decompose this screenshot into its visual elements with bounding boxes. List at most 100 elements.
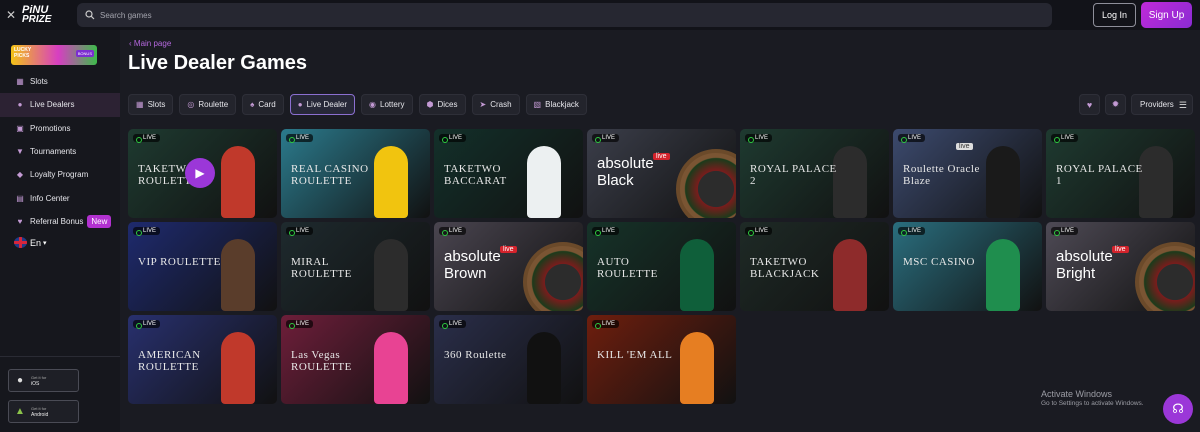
filter-label: Blackjack [545, 100, 579, 109]
game-card[interactable]: LIVE AUTO ROULETTE [587, 222, 736, 311]
promo-banner[interactable]: LUCKY PICKS BONUS [11, 45, 97, 65]
game-card[interactable]: LIVE VIP ROULETTE [128, 222, 277, 311]
game-title: Las Vegas ROULETTE [291, 349, 352, 373]
loyalty-icon: ◆ [16, 170, 24, 180]
settings-button[interactable]: ✹ [1105, 94, 1126, 115]
favorites-button[interactable]: ♥ [1079, 94, 1100, 115]
crash-icon: ➤ [479, 100, 487, 109]
play-button[interactable]: ▶ [185, 158, 215, 188]
game-card[interactable]: LIVE live absolute Brown [434, 222, 583, 311]
sidebar-item-referral-bonus[interactable]: ♥ Referral Bonus New [0, 210, 120, 233]
chevron-left-icon: ‹ [129, 39, 132, 48]
game-card[interactable]: LIVE TAKETWO BACCARAT [434, 129, 583, 218]
sidebar-item-info-center[interactable]: ▤ Info Center [0, 186, 120, 209]
blackjack-icon: ▧ [533, 100, 542, 109]
game-card[interactable]: LIVE live absolute Bright [1046, 222, 1195, 311]
lottery-icon: ◉ [369, 100, 377, 109]
search-input[interactable] [100, 10, 971, 20]
live-tag: LIVE [898, 134, 926, 143]
game-card[interactable]: LIVE 360 Roulette [434, 315, 583, 404]
game-card[interactable]: LIVE ROYAL PALACE 1 [1046, 129, 1195, 218]
game-card[interactable]: LIVE TAKETWO ROULETTE ▶ [128, 129, 277, 218]
game-card[interactable]: LIVE Roulette Oracle Blaze live [893, 129, 1042, 218]
promo-line2: PICKS [14, 53, 30, 59]
game-card[interactable]: LIVE KILL 'EM ALL [587, 315, 736, 404]
filter-chip-dices[interactable]: ⬢ Dices [418, 94, 466, 115]
sidebar-item-promotions[interactable]: ▣ Promotions [0, 117, 120, 140]
live-tag: LIVE [1051, 227, 1079, 236]
promo-badge: BONUS [75, 50, 94, 57]
filter-label: Dices [437, 100, 458, 109]
breadcrumb-label: Main page [133, 39, 172, 48]
filter-chip-crash[interactable]: ➤ Crash [471, 94, 520, 115]
game-title: absolute Black [597, 155, 654, 189]
live-tag: LIVE [439, 227, 467, 236]
trophy-icon: ▼ [16, 147, 24, 157]
providers-label: Providers [1140, 100, 1174, 109]
game-card[interactable]: LIVE ROYAL PALACE 2 [740, 129, 889, 218]
site-logo[interactable]: PiNU PRIZE [22, 3, 62, 27]
live-tag: LIVE [592, 227, 620, 236]
apple-icon: ● [16, 375, 24, 386]
game-title: AUTO ROULETTE [597, 256, 658, 280]
filter-label: Roulette [198, 100, 229, 109]
filter-label: Lottery [380, 100, 405, 109]
live-tag: LIVE [592, 134, 620, 143]
game-title: 360 Roulette [444, 349, 507, 361]
sidebar-item-label: Live Dealers [30, 100, 75, 110]
game-title: VIP ROULETTE [138, 256, 221, 268]
sidebar-item-tournaments[interactable]: ▼ Tournaments [0, 140, 120, 163]
live-tag: LIVE [133, 227, 161, 236]
game-card[interactable]: LIVE TAKETWO BLACKJACK [740, 222, 889, 311]
filter-chip-card[interactable]: ♠ Card [242, 94, 284, 115]
page-title: Live Dealer Games [128, 52, 307, 74]
dealer-image [986, 239, 1020, 311]
signup-button[interactable]: Sign Up [1141, 2, 1192, 28]
close-icon[interactable]: ✕ [0, 8, 22, 22]
filter-chip-blackjack[interactable]: ▧ Blackjack [525, 94, 587, 115]
android-small-label: Get it for [31, 405, 47, 411]
game-title: REAL CASINO ROULETTE [291, 163, 369, 187]
game-card[interactable]: LIVE Las Vegas ROULETTE [281, 315, 430, 404]
play-icon: ▶ [195, 166, 205, 180]
roulette-wheel-image [676, 149, 736, 218]
support-chat-button[interactable]: ☊ [1163, 394, 1193, 424]
live-tag: LIVE [286, 134, 314, 143]
logo-line2: PRIZE [22, 14, 52, 25]
filter-chip-roulette[interactable]: ◎ Roulette [179, 94, 237, 115]
top-bar: ✕ PiNU PRIZE Log In Sign Up [0, 0, 1200, 30]
game-card[interactable]: LIVE AMERICAN ROULETTE [128, 315, 277, 404]
game-card[interactable]: LIVE REAL CASINO ROULETTE [281, 129, 430, 218]
sidebar-item-live-dealers[interactable]: ● Live Dealers [0, 93, 120, 117]
game-title: TAKETWO BACCARAT [444, 163, 507, 187]
filter-icon: ☰ [1178, 100, 1187, 110]
sidebar-item-loyalty-program[interactable]: ◆ Loyalty Program [0, 163, 120, 186]
game-card[interactable]: LIVE live absolute Black [587, 129, 736, 218]
ios-label: iOS [31, 380, 40, 387]
breadcrumb[interactable]: ‹ Main page [129, 39, 171, 48]
android-app-button[interactable]: ▲ Get it for Android [8, 400, 79, 423]
game-card[interactable]: LIVE MIRAL ROULETTE [281, 222, 430, 311]
sidebar-item-slots[interactable]: ▦ Slots [0, 70, 120, 93]
slots-icon: ▦ [136, 100, 144, 109]
filter-chip-slots[interactable]: ▦ Slots [128, 94, 174, 115]
game-card[interactable]: LIVE MSC CASINO [893, 222, 1042, 311]
filter-chip-lottery[interactable]: ◉ Lottery [361, 94, 413, 115]
filter-label: Crash [490, 100, 512, 109]
login-button[interactable]: Log In [1093, 3, 1136, 27]
live-tag: LIVE [592, 320, 620, 329]
providers-dropdown[interactable]: Providers ☰ [1131, 94, 1193, 115]
game-title: absolute Bright [1056, 248, 1113, 282]
sidebar-item-label: Referral Bonus [30, 216, 84, 226]
dealer-image [680, 332, 714, 404]
sidebar-nav: ▦ Slots ● Live Dealers ▣ Promotions ▼ Tournamen… [0, 70, 120, 233]
sidebar-item-label: Tournaments [30, 147, 77, 157]
filter-chip-live-dealer[interactable]: ● Live Dealer [289, 94, 356, 115]
windows-watermark: Activate Windows Go to Settings to activ… [1041, 389, 1144, 409]
watermark-line2: Go to Settings to activate Windows. [1041, 400, 1144, 407]
ios-app-button[interactable]: ● Get it for iOS [8, 369, 79, 392]
gift-icon: ▣ [16, 123, 24, 133]
heart-icon: ♥ [1086, 99, 1093, 110]
language-selector[interactable]: En ▾ [14, 237, 47, 248]
search-bar[interactable] [77, 3, 1052, 27]
